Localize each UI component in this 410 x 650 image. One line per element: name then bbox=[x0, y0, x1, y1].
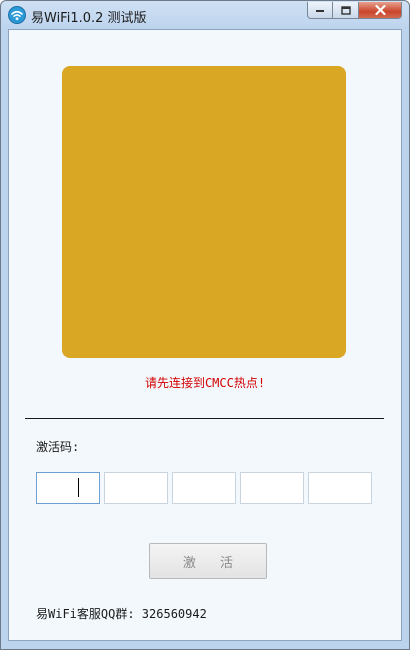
main-panel: 请先连接到CMCC热点! 激活码: 激 活 易WiFi客服QQ群: 326560… bbox=[8, 29, 402, 641]
wifi-app-icon bbox=[8, 6, 26, 24]
window-title: 易WiFi1.0.2 测试版 bbox=[31, 11, 147, 26]
app-window: 易WiFi1.0.2 测试版 请先连接到CMCC热点! 激活码: 激 活 易Wi… bbox=[0, 0, 410, 650]
activation-code-field-5[interactable] bbox=[308, 472, 372, 504]
minimize-icon bbox=[316, 10, 324, 12]
activation-code-field-1[interactable] bbox=[36, 472, 100, 504]
divider bbox=[25, 418, 384, 419]
close-button[interactable] bbox=[359, 2, 402, 19]
activation-code-label: 激活码: bbox=[36, 440, 80, 454]
activation-code-field-3[interactable] bbox=[172, 472, 236, 504]
text-caret bbox=[78, 478, 79, 497]
maximize-button[interactable] bbox=[333, 2, 359, 19]
activate-button[interactable]: 激 活 bbox=[149, 543, 267, 579]
activation-code-field-4[interactable] bbox=[240, 472, 304, 504]
activation-code-fields bbox=[36, 472, 372, 504]
title-bar[interactable]: 易WiFi1.0.2 测试版 bbox=[1, 1, 409, 29]
close-icon bbox=[374, 5, 386, 15]
qr-code-placeholder bbox=[62, 66, 346, 358]
window-controls bbox=[307, 2, 402, 20]
activation-code-field-2[interactable] bbox=[104, 472, 168, 504]
maximize-icon bbox=[340, 5, 351, 15]
support-qq-group: 易WiFi客服QQ群: 326560942 bbox=[36, 607, 207, 621]
minimize-button[interactable] bbox=[307, 2, 333, 19]
activation-code-field-1-wrap bbox=[36, 472, 100, 504]
connection-hint: 请先连接到CMCC热点! bbox=[144, 376, 266, 390]
